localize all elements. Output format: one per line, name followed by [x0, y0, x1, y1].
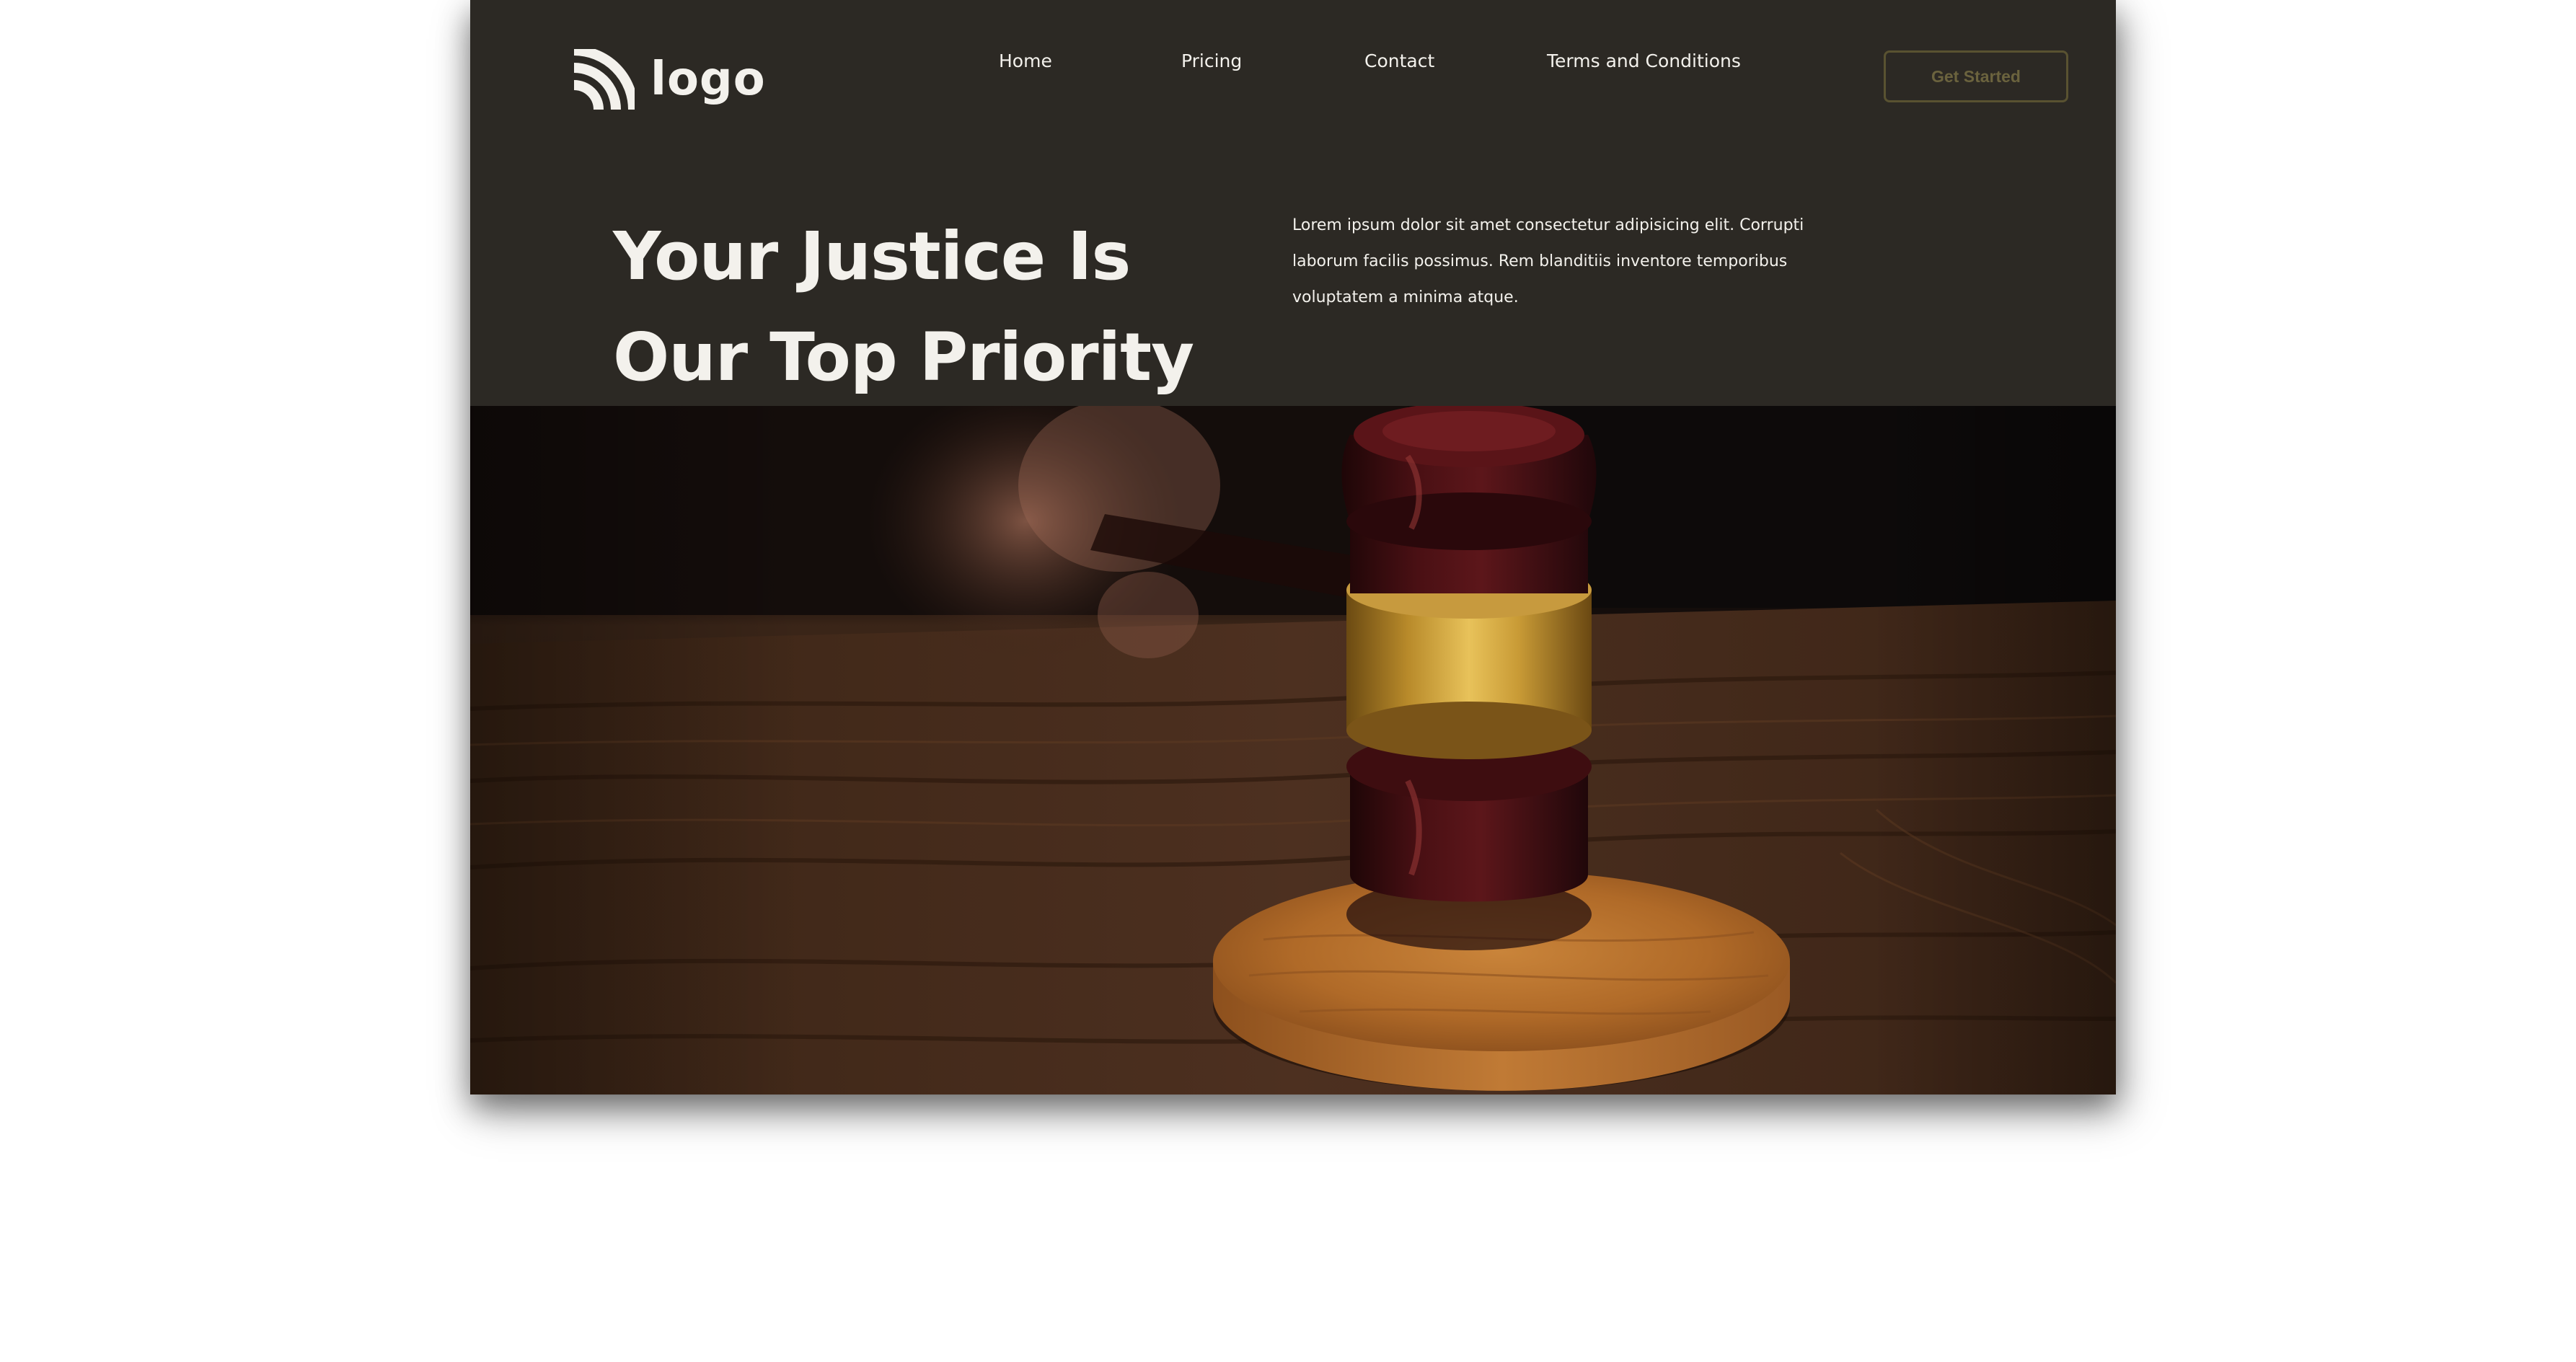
hero-headline-line-2: Our Top Priority — [613, 319, 1194, 396]
main-nav: Home Pricing Contact Terms and Condition… — [470, 50, 2116, 79]
landing-page-frame: logo Home Pricing Contact Terms and Cond… — [470, 0, 2116, 1095]
hero-headline: Your Justice Is Our Top Priority — [613, 206, 1262, 408]
gavel-hero-image — [470, 406, 2116, 1095]
hero-intro-text: Lorem ipsum dolor sit amet consectetur a… — [1292, 216, 1804, 306]
nav-home[interactable]: Home — [999, 50, 1052, 71]
nav-terms-and-conditions[interactable]: Terms and Conditions — [1547, 50, 1741, 71]
get-started-button[interactable]: Get Started — [1884, 50, 2068, 102]
nav-pricing[interactable]: Pricing — [1181, 50, 1242, 71]
hero-headline-line-1: Your Justice Is — [613, 218, 1131, 295]
nav-contact[interactable]: Contact — [1364, 50, 1434, 71]
